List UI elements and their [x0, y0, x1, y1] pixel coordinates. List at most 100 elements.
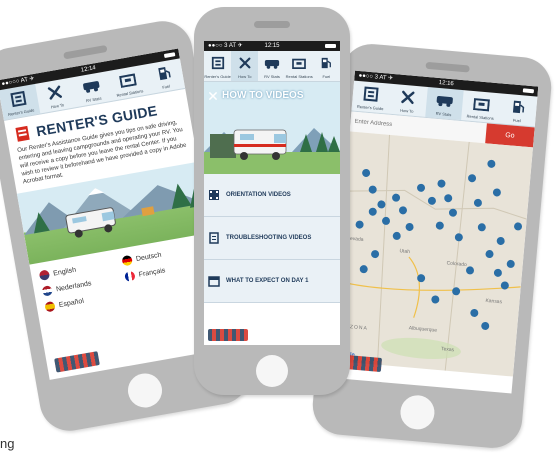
map-pin	[431, 295, 440, 304]
station-icon	[117, 69, 138, 90]
spanish-flag-icon	[44, 300, 56, 313]
map-pin	[392, 231, 401, 240]
tab-label: Renter's Guide	[356, 103, 384, 112]
map-pin	[398, 206, 407, 215]
map-pin	[405, 222, 414, 231]
map-pin	[371, 250, 380, 259]
battery-icon	[522, 88, 535, 94]
menu-item-orientation-videos[interactable]: ORIENTATION VIDEOS	[204, 174, 340, 217]
map-pin	[417, 183, 426, 192]
tab-how-to[interactable]: How To	[35, 78, 76, 114]
tab-rental-stations[interactable]: Rental Stations	[461, 90, 500, 123]
map-pin	[468, 174, 477, 183]
language-label: Español	[58, 297, 85, 309]
guide-book-icon	[8, 89, 29, 110]
tab-bar: Renter's Guide How To RV Stats Rental St…	[204, 51, 340, 82]
map-pin	[454, 233, 463, 242]
clock-text: 12:15	[264, 43, 280, 49]
tools-icon	[45, 82, 66, 103]
home-button[interactable]	[256, 355, 288, 387]
brand-logo	[208, 329, 248, 341]
fuel-pump-icon	[153, 63, 174, 84]
map-pin	[382, 216, 391, 225]
tab-label: RV Stats	[85, 95, 102, 104]
map-pin	[470, 308, 479, 317]
tab-rental-stations[interactable]: Rental Stations	[286, 51, 313, 81]
tab-renters-guide[interactable]: Renter's Guide	[0, 83, 41, 120]
tab-rv-stats[interactable]: RV Stats	[424, 86, 465, 121]
phone-speaker	[254, 21, 290, 28]
tab-fuel[interactable]: Fuel	[498, 93, 537, 126]
tab-label: Fuel	[161, 83, 171, 90]
fuel-pump-icon	[317, 54, 335, 72]
language-label: Nederlands	[55, 279, 92, 293]
tab-label: Rental Stations	[285, 74, 313, 79]
tools-icon	[398, 88, 418, 108]
menu-item-what-to-expect[interactable]: WHAT TO EXPECT ON DAY 1	[204, 260, 340, 303]
tab-label: Renter's Guide	[204, 74, 231, 79]
tab-label: How To	[50, 102, 65, 110]
map-pin	[492, 188, 501, 197]
map-pin	[392, 193, 401, 202]
map-pin	[368, 185, 377, 194]
tab-rental-stations[interactable]: Rental Stations	[107, 65, 148, 101]
guide-book-icon	[362, 84, 382, 104]
map-pin	[444, 194, 453, 203]
go-button-label: Go	[504, 131, 515, 140]
phone-speaker	[63, 44, 108, 60]
battery-icon	[325, 44, 336, 48]
tab-how-to[interactable]: How To	[231, 51, 259, 81]
tab-label: Fuel	[322, 74, 331, 79]
rv-scene-illustration	[204, 128, 340, 174]
rv-icon	[81, 76, 102, 97]
home-button[interactable]	[399, 393, 436, 431]
map-pin	[477, 223, 486, 232]
language-label: Deutsch	[135, 251, 162, 263]
menu-item-troubleshooting-videos[interactable]: TROUBLESHOOTING VIDEOS	[204, 217, 340, 260]
calendar-icon	[208, 276, 220, 287]
caption-text: ng	[0, 436, 15, 451]
map-pin	[506, 259, 515, 268]
rv-icon	[435, 91, 455, 111]
tools-icon	[236, 54, 254, 72]
guide-book-icon	[15, 125, 30, 142]
tab-label: How To	[400, 107, 414, 114]
language-label: English	[52, 266, 77, 278]
stations-map[interactable]: Nevada Utah Colorado Kansas ARIZONA Albu…	[329, 131, 533, 377]
how-to-banner: HOW TO VIDEOS	[204, 82, 340, 174]
tab-label: RV Stats	[435, 110, 452, 118]
tab-rv-stats[interactable]: RV Stats	[71, 71, 112, 107]
map-pin	[466, 266, 475, 275]
menu-item-label: WHAT TO EXPECT ON DAY 1	[226, 278, 309, 284]
map-pin	[481, 321, 490, 330]
tab-label: Fuel	[512, 117, 521, 124]
map-pin	[435, 221, 444, 230]
home-button[interactable]	[125, 370, 165, 411]
tab-renters-guide[interactable]: Renter's Guide	[204, 51, 231, 81]
menu-item-label: ORIENTATION VIDEOS	[226, 192, 291, 198]
map-label: Utah	[399, 248, 411, 256]
tab-fuel[interactable]: Fuel	[313, 51, 340, 81]
tab-label: RV Stats	[264, 74, 280, 79]
phone-speaker	[425, 61, 470, 73]
map-pin	[355, 220, 364, 229]
tab-fuel[interactable]: Fuel	[144, 58, 185, 94]
status-bar: ●●○○ 3 AT ✈ 12:15	[204, 41, 340, 51]
language-label: Français	[138, 266, 166, 279]
map-pin	[514, 222, 523, 231]
map-pin	[485, 250, 494, 259]
fuel-pump-icon	[508, 97, 528, 117]
phone-right-screen: ●●○○ 3 AT ✈ 12:16 Renter's Guide How To …	[328, 70, 539, 394]
tab-rv-stats[interactable]: RV Stats	[258, 51, 285, 81]
map-pin	[359, 265, 368, 274]
us-flag-icon	[38, 269, 51, 281]
map-pin	[368, 207, 377, 216]
map-pin	[473, 198, 482, 207]
tab-how-to[interactable]: How To	[388, 84, 427, 117]
menu-item-label: TROUBLESHOOTING VIDEOS	[226, 235, 312, 241]
map-pin	[427, 196, 436, 205]
map-pin	[496, 236, 505, 245]
film-icon	[209, 190, 219, 200]
tab-renters-guide[interactable]: Renter's Guide	[352, 81, 391, 114]
brand-logo	[54, 351, 100, 373]
